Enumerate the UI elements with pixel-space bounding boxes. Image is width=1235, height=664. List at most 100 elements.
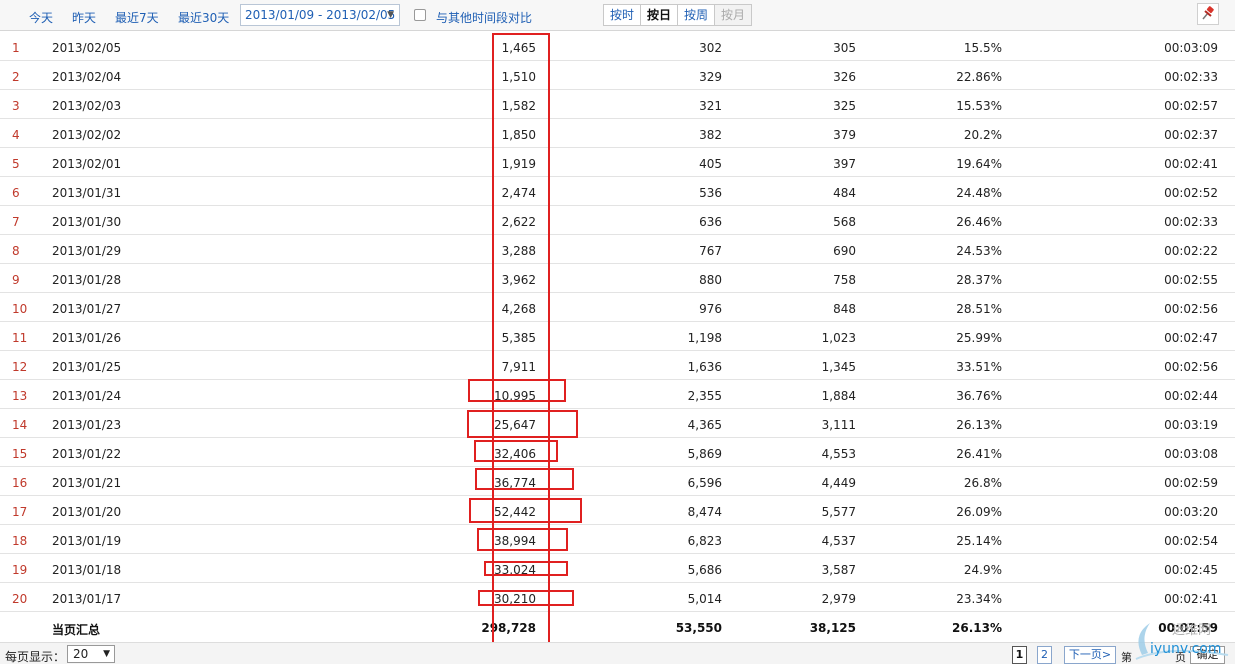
page-size-select[interactable]: 20 ▼	[67, 645, 115, 663]
row-value-v3: 325	[833, 99, 856, 113]
row-date: 2013/02/05	[52, 41, 122, 55]
row-value-v5: 00:03:08	[1164, 447, 1218, 461]
row-value-v3: 1,023	[821, 331, 856, 345]
table-row: 2 2013/02/04 1,510 329 326 22.86% 00:02:33	[0, 61, 1235, 90]
row-value-v3: 305	[833, 41, 856, 55]
page-size-label: 每页显示：	[5, 650, 66, 664]
annotation-box	[478, 590, 574, 606]
row-value-v3: 3,587	[821, 563, 856, 577]
row-date: 2013/01/17	[52, 592, 122, 606]
row-value-v4: 15.5%	[963, 41, 1002, 55]
row-value-v2: 405	[699, 157, 722, 171]
row-value-v5: 00:02:52	[1164, 186, 1218, 200]
row-value-v4: 24.53%	[956, 244, 1002, 258]
row-index: 6	[12, 186, 20, 200]
row-date: 2013/01/31	[52, 186, 122, 200]
row-index: 13	[12, 389, 28, 403]
row-index: 9	[12, 273, 20, 287]
row-date: 2013/01/19	[52, 534, 122, 548]
row-value-v3: 3,111	[821, 418, 856, 432]
granularity-option[interactable]: 按时	[604, 5, 642, 25]
row-date: 2013/02/04	[52, 70, 122, 84]
row-value-v2: 976	[699, 302, 722, 316]
range-today-link[interactable]: 今天	[29, 9, 53, 26]
row-value-v3: 758	[833, 273, 856, 287]
row-index: 3	[12, 99, 20, 113]
compare-checkbox[interactable]	[414, 9, 426, 21]
row-date: 2013/01/25	[52, 360, 122, 374]
row-value-v5: 00:03:20	[1164, 505, 1218, 519]
row-index: 16	[12, 476, 28, 490]
granularity-option[interactable]: 按日	[641, 5, 679, 25]
row-index: 2	[12, 70, 20, 84]
row-index: 19	[12, 563, 28, 577]
row-value-v2: 4,365	[687, 418, 722, 432]
goto-suffix: 页	[1175, 651, 1186, 664]
table-row: 16 2013/01/21 36,774 6,596 4,449 26.8% 00:02:5…	[0, 467, 1235, 496]
row-value-v5: 00:02:41	[1164, 592, 1218, 606]
table-row: 11 2013/01/26 5,385 1,198 1,023 25.99% 00:02:4…	[0, 322, 1235, 351]
annotation-box	[492, 33, 550, 645]
row-value-v4: 20.2%	[963, 128, 1002, 142]
page-current-button[interactable]: 1	[1012, 646, 1027, 664]
table-row: 17 2013/01/20 52,442 8,474 5,577 26.09% 00:03:…	[0, 496, 1235, 525]
row-value-v3: 484	[833, 186, 856, 200]
table-row: 12 2013/01/25 7,911 1,636 1,345 33.51% 00:02:5…	[0, 351, 1235, 380]
pin-icon	[1202, 6, 1214, 20]
pin-button[interactable]	[1197, 3, 1219, 25]
row-value-v4: 26.41%	[956, 447, 1002, 461]
row-value-v4: 36.76%	[956, 389, 1002, 403]
row-value-v5: 00:02:37	[1164, 128, 1218, 142]
granularity-option[interactable]: 按周	[678, 5, 716, 25]
table-row: 3 2013/02/03 1,582 321 325 15.53% 00:02:57	[0, 90, 1235, 119]
confirm-button[interactable]: 确定	[1190, 646, 1225, 664]
annotation-box	[474, 440, 558, 462]
row-value-v5: 00:03:19	[1164, 418, 1218, 432]
row-value-v5: 00:02:56	[1164, 360, 1218, 374]
range-last30-link[interactable]: 最近30天	[178, 9, 229, 26]
row-value-v2: 1,198	[687, 331, 722, 345]
range-last7-link[interactable]: 最近7天	[115, 9, 159, 26]
row-index: 5	[12, 157, 20, 171]
row-value-v2: 880	[699, 273, 722, 287]
row-value-v4: 19.64%	[956, 157, 1002, 171]
table-row: 18 2013/01/19 38,994 6,823 4,537 25.14% 00:02:…	[0, 525, 1235, 554]
table-row: 14 2013/01/23 25,647 4,365 3,111 26.13% 00:03:…	[0, 409, 1235, 438]
row-date: 2013/01/21	[52, 476, 122, 490]
row-index: 17	[12, 505, 28, 519]
row-value-v4: 26.09%	[956, 505, 1002, 519]
row-value-v3: 326	[833, 70, 856, 84]
row-value-v4: 26.46%	[956, 215, 1002, 229]
row-value-v5: 00:02:22	[1164, 244, 1218, 258]
row-value-v4: 26.8%	[963, 476, 1002, 490]
row-value-v3: 1,884	[821, 389, 856, 403]
annotation-box	[484, 561, 568, 576]
row-value-v4: 28.37%	[956, 273, 1002, 287]
row-value-v4: 24.9%	[963, 563, 1002, 577]
row-value-v2: 767	[699, 244, 722, 258]
compare-label[interactable]: 与其他时间段对比	[436, 9, 532, 26]
next-page-button[interactable]: 下一页>	[1064, 646, 1116, 664]
row-value-v2: 2,355	[687, 389, 722, 403]
row-date: 2013/01/26	[52, 331, 122, 345]
row-date: 2013/01/18	[52, 563, 122, 577]
total-value-v5: 00:02:59	[1158, 621, 1218, 635]
table-row: 19 2013/01/18 33,024 5,686 3,587 24.9% 00:02:4…	[0, 554, 1235, 583]
range-yesterday-link[interactable]: 昨天	[72, 9, 96, 26]
row-value-v4: 22.86%	[956, 70, 1002, 84]
toolbar: 今天 昨天 最近7天 最近30天 2013/01/09 - 2013/02/05…	[0, 0, 1235, 31]
row-value-v5: 00:02:44	[1164, 389, 1218, 403]
row-value-v4: 24.48%	[956, 186, 1002, 200]
row-value-v4: 23.34%	[956, 592, 1002, 606]
row-value-v3: 5,577	[821, 505, 856, 519]
table-row: 6 2013/01/31 2,474 536 484 24.48% 00:02:52	[0, 177, 1235, 206]
row-date: 2013/01/20	[52, 505, 122, 519]
row-value-v5: 00:02:47	[1164, 331, 1218, 345]
row-date: 2013/02/01	[52, 157, 122, 171]
annotation-box	[468, 379, 566, 402]
row-index: 8	[12, 244, 20, 258]
date-range-picker[interactable]: 2013/01/09 - 2013/02/05 ▼	[240, 4, 400, 26]
row-value-v5: 00:02:33	[1164, 215, 1218, 229]
page-2-button[interactable]: 2	[1037, 646, 1052, 664]
table-row: 8 2013/01/29 3,288 767 690 24.53% 00:02:22	[0, 235, 1235, 264]
